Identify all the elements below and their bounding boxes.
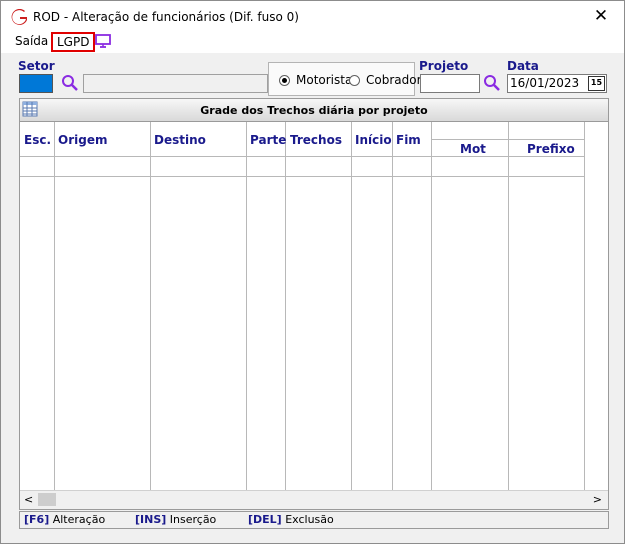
projeto-label: Projeto bbox=[419, 59, 469, 73]
window-title: ROD - Alteração de funcionários (Dif. fu… bbox=[33, 10, 299, 24]
grid-column-trechos bbox=[286, 122, 352, 490]
status-ins-label: Inserção bbox=[166, 513, 217, 526]
horizontal-scrollbar[interactable]: < > bbox=[20, 490, 608, 509]
header-mot[interactable]: Mot bbox=[460, 142, 486, 156]
header-trechos[interactable]: Trechos bbox=[290, 133, 342, 147]
grid-column-mot bbox=[432, 122, 509, 490]
header-esc[interactable]: Esc. bbox=[24, 133, 51, 147]
status-alteracao: [F6] Alteração bbox=[24, 513, 105, 526]
setor-label: Setor bbox=[18, 59, 55, 73]
header-destino[interactable]: Destino bbox=[154, 133, 206, 147]
radio-unchecked-icon bbox=[349, 74, 360, 86]
grid-column-inicio bbox=[352, 122, 393, 490]
close-button[interactable]: ✕ bbox=[578, 1, 624, 31]
close-icon: ✕ bbox=[593, 6, 609, 26]
menu-saida[interactable]: Saída bbox=[15, 34, 48, 48]
title-bar: ROD - Alteração de funcionários (Dif. fu… bbox=[1, 1, 624, 31]
data-input[interactable]: 16/01/2023 15 bbox=[507, 74, 607, 93]
radio-checked-icon bbox=[279, 74, 290, 86]
header-divider bbox=[432, 156, 584, 157]
status-f6-label: Alteração bbox=[49, 513, 106, 526]
grid-body: Esc. Origem Destino Parte Trechos Início… bbox=[20, 122, 608, 490]
menu-lgpd[interactable]: LGPD bbox=[51, 32, 96, 52]
row-divider bbox=[20, 176, 584, 177]
grid-caption: Grade dos Trechos diária por projeto bbox=[20, 99, 608, 122]
grid-title: Grade dos Trechos diária por projeto bbox=[200, 104, 428, 117]
status-del-key: [DEL] bbox=[248, 513, 282, 526]
status-f6-key: [F6] bbox=[24, 513, 50, 526]
calendar-icon[interactable]: 15 bbox=[588, 76, 605, 91]
status-ins-key: [INS] bbox=[135, 513, 167, 526]
header-divider bbox=[432, 139, 584, 140]
grid-column-parte bbox=[247, 122, 286, 490]
status-del-label: Exclusão bbox=[281, 513, 334, 526]
search-icon[interactable] bbox=[61, 74, 79, 92]
grid-column-fim bbox=[393, 122, 432, 490]
funcao-radio-group: Motorista Cobrador bbox=[268, 62, 422, 96]
scroll-right-icon[interactable]: > bbox=[593, 493, 602, 506]
header-divider bbox=[20, 156, 432, 157]
header-origem[interactable]: Origem bbox=[58, 133, 107, 147]
main-window: ROD - Alteração de funcionários (Dif. fu… bbox=[0, 0, 625, 544]
header-inicio[interactable]: Início bbox=[355, 133, 392, 147]
status-insercao: [INS] Inserção bbox=[135, 513, 216, 526]
setor-code-input[interactable] bbox=[19, 74, 53, 93]
header-fim[interactable]: Fim bbox=[396, 133, 421, 147]
radio-motorista[interactable]: Motorista bbox=[279, 73, 352, 87]
scroll-thumb[interactable] bbox=[38, 493, 56, 506]
setor-name-field bbox=[83, 74, 268, 93]
grid-column-prefixo bbox=[509, 122, 585, 490]
menu-bar: Saída LGPD bbox=[1, 31, 624, 53]
projeto-input[interactable] bbox=[420, 74, 480, 93]
grid-column-origem bbox=[55, 122, 151, 490]
grid-column-destino bbox=[151, 122, 247, 490]
trechos-grid: Grade dos Trechos diária por projeto Esc… bbox=[19, 98, 609, 510]
header-prefixo[interactable]: Prefixo bbox=[527, 142, 575, 156]
data-label: Data bbox=[507, 59, 539, 73]
radio-cobrador-label: Cobrador bbox=[366, 73, 422, 87]
app-logo-icon bbox=[11, 9, 27, 25]
monitor-icon[interactable] bbox=[95, 34, 111, 48]
radio-cobrador[interactable]: Cobrador bbox=[349, 73, 422, 87]
search-icon[interactable] bbox=[483, 74, 501, 92]
grid-column-esc bbox=[20, 122, 55, 490]
scroll-left-icon[interactable]: < bbox=[24, 493, 33, 506]
radio-motorista-label: Motorista bbox=[296, 73, 353, 87]
data-value: 16/01/2023 bbox=[510, 76, 580, 90]
status-exclusao: [DEL] Exclusão bbox=[248, 513, 334, 526]
header-parte[interactable]: Parte bbox=[250, 133, 286, 147]
status-bar: [F6] Alteração [INS] Inserção [DEL] Excl… bbox=[19, 511, 609, 529]
